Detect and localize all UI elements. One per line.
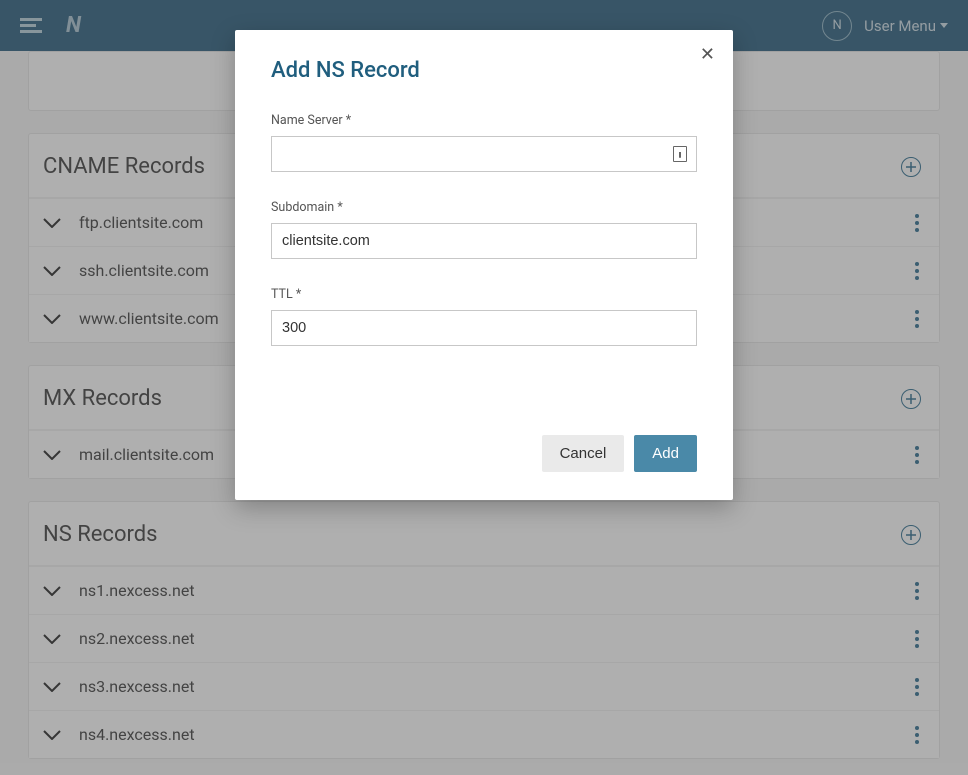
- subdomain-input[interactable]: [271, 223, 697, 259]
- ttl-input[interactable]: [271, 310, 697, 346]
- modal-title: Add NS Record: [271, 58, 697, 83]
- name-server-input[interactable]: [271, 136, 697, 172]
- modal-footer: Cancel Add: [542, 435, 697, 472]
- modal-overlay[interactable]: ✕ Add NS Record Name Server * Subdomain …: [0, 0, 968, 775]
- name-server-field-group: Name Server *: [271, 113, 697, 172]
- cancel-button[interactable]: Cancel: [542, 435, 625, 472]
- add-ns-record-modal: ✕ Add NS Record Name Server * Subdomain …: [235, 30, 733, 500]
- close-icon[interactable]: ✕: [700, 44, 715, 65]
- subdomain-field-group: Subdomain *: [271, 200, 697, 259]
- add-button[interactable]: Add: [634, 435, 697, 472]
- field-label: Name Server *: [271, 113, 697, 128]
- field-label: Subdomain *: [271, 200, 697, 215]
- contact-card-icon[interactable]: [673, 146, 687, 162]
- ttl-field-group: TTL *: [271, 287, 697, 346]
- field-label: TTL *: [271, 287, 697, 302]
